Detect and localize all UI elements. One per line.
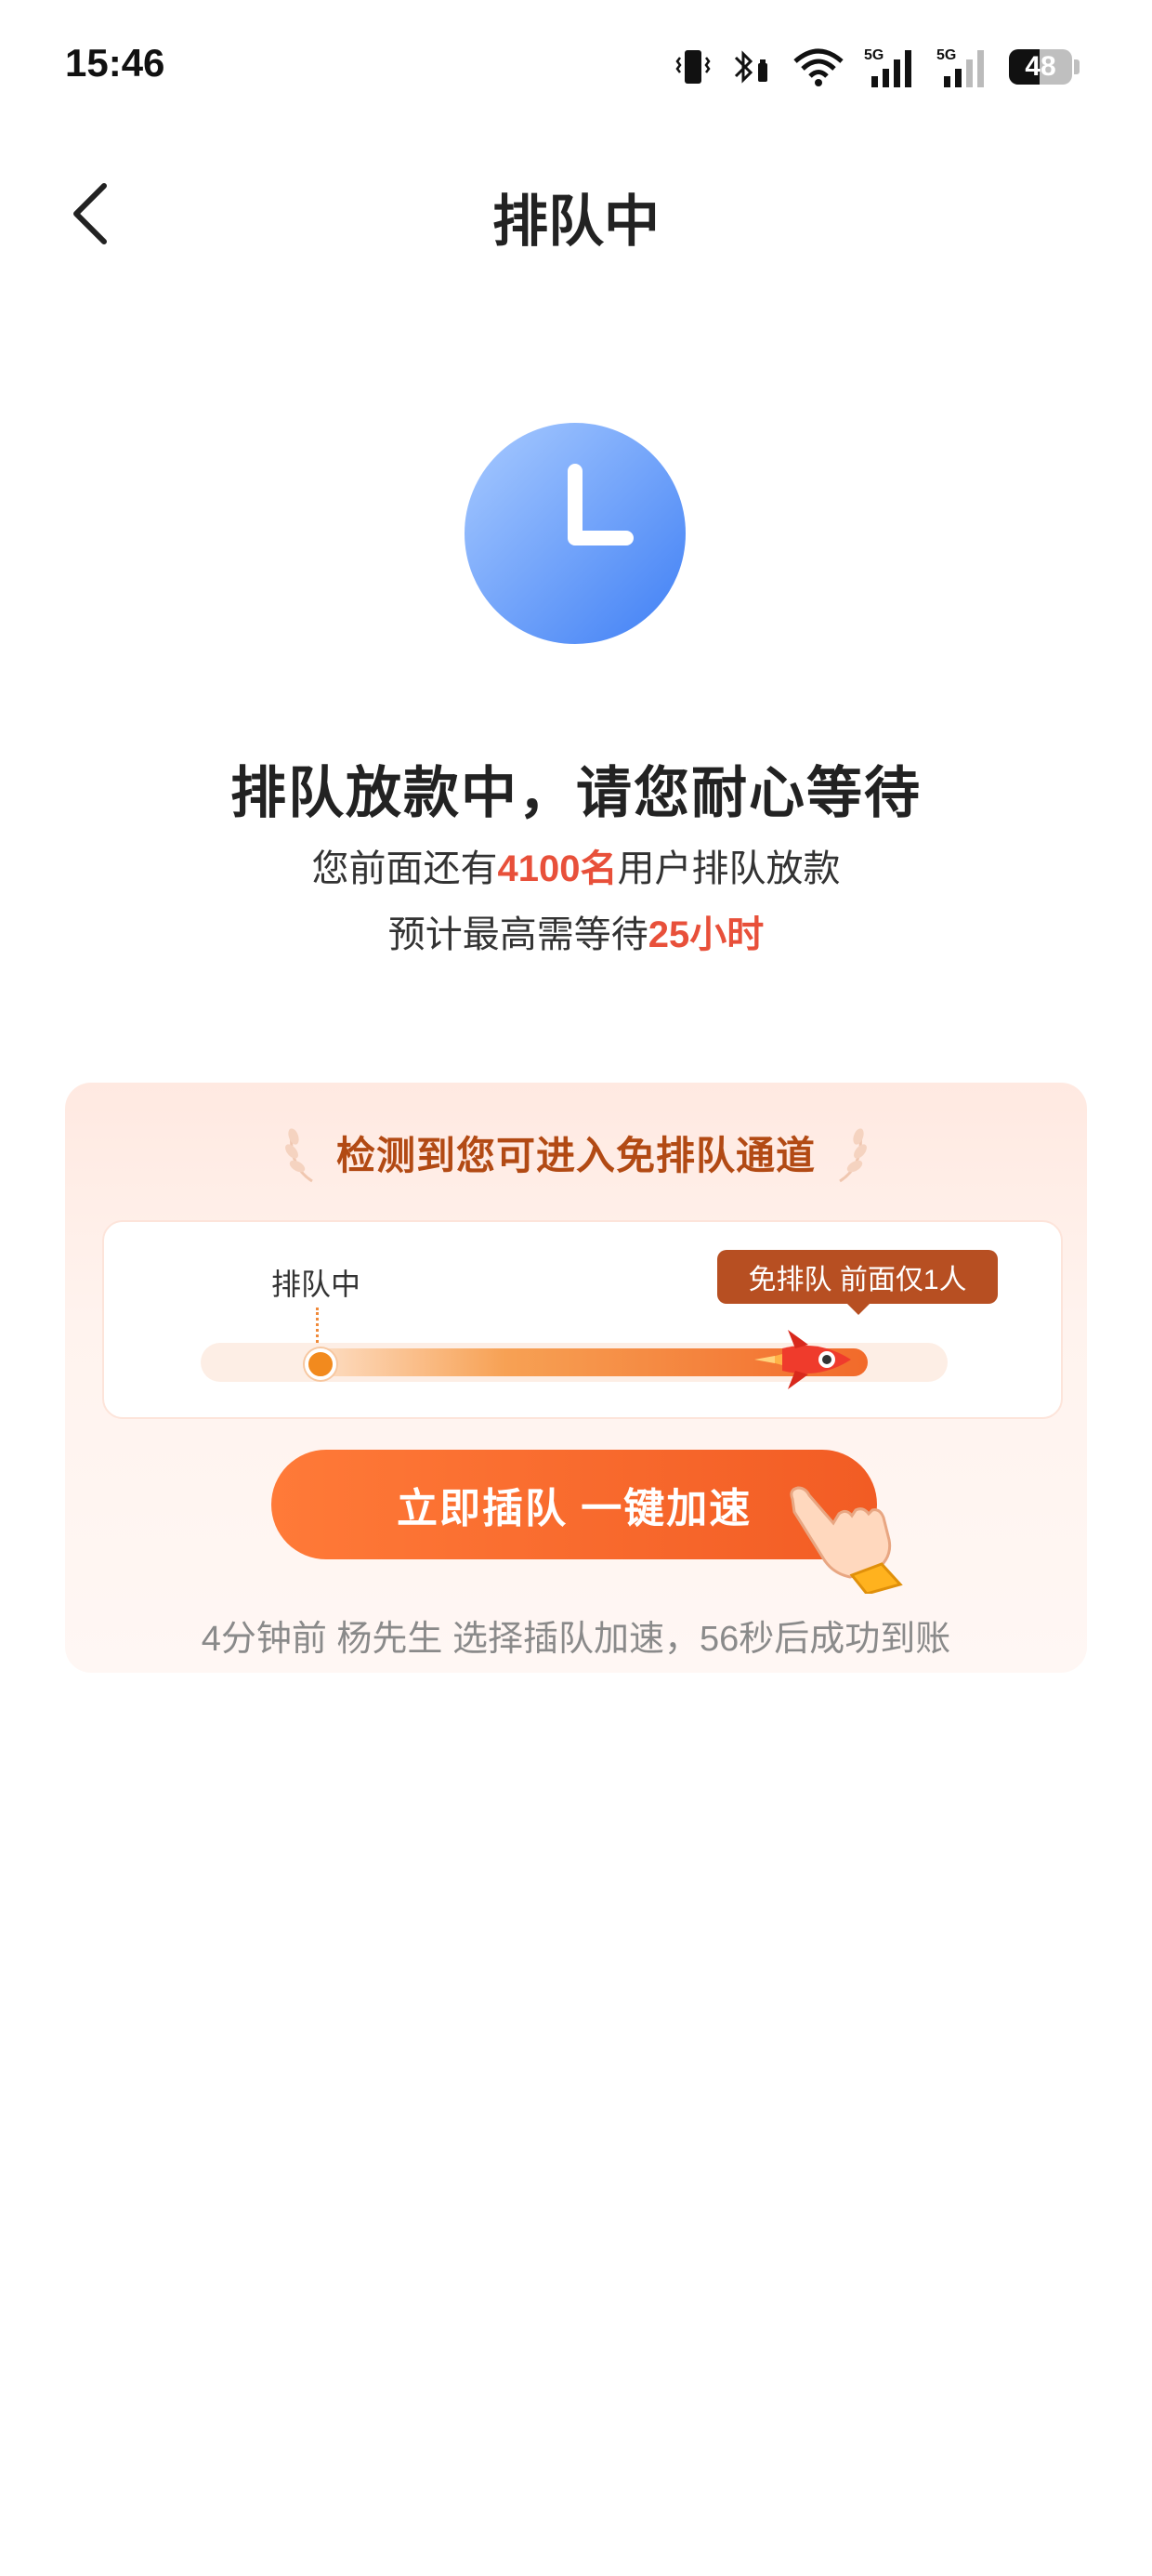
battery-tip [1074, 59, 1080, 74]
skip-queue-badge: 免排队 前面仅1人 [717, 1250, 998, 1315]
signal-5g-icon-secondary: 5G [936, 45, 990, 89]
status-time: 15:46 [65, 41, 165, 85]
signal-5g-icon: 5G [864, 45, 918, 89]
network-label-2: 5G [936, 47, 956, 63]
battery-body: 48 [1009, 49, 1072, 85]
queue-count: 4100名 [497, 848, 618, 889]
wait-prefix: 预计最高需等待 [387, 914, 648, 955]
battery-level: 48 [1025, 51, 1056, 82]
battery-icon: 48 [1009, 49, 1072, 85]
wait-time: 25小时 [648, 914, 765, 955]
nav-bar: 排队中 [0, 139, 1152, 279]
vibrate-icon [674, 46, 712, 87]
page-title: 排队中 [492, 191, 660, 253]
status-bar: 15:46 5G 5G 48 [0, 0, 1152, 139]
queue-info: 您前面还有4100名用户排队放款 [0, 838, 1152, 892]
success-ticker: 4分钟前 杨先生 选择插队加速，56秒后成功到账 [201, 1620, 951, 1659]
promo-title: 检测到您可进入免排队通道 [335, 1133, 816, 1177]
rocket-icon [754, 1330, 851, 1389]
status-headline: 排队放款中，请您耐心等待 [230, 762, 922, 824]
queue-suffix: 用户排队放款 [617, 848, 841, 889]
queue-prefix: 您前面还有 [311, 848, 498, 889]
queue-position-label: 排队中 [271, 1268, 361, 1301]
clock-icon [465, 423, 686, 644]
wifi-icon [792, 46, 845, 87]
promo-header: 检测到您可进入免排队通道 [65, 1124, 1087, 1183]
bluetooth-battery-icon [730, 46, 773, 87]
queue-progress: 排队中 免排队 前面仅1人 [102, 1220, 1063, 1419]
laurel-left-icon [285, 1128, 313, 1183]
network-label-1: 5G [864, 47, 884, 63]
pointing-hand-icon [790, 1486, 903, 1594]
status-icons: 5G 5G 48 [674, 43, 1080, 91]
queue-position-marker-line [316, 1308, 319, 1343]
current-position-dot [305, 1348, 336, 1380]
laurel-right-icon [839, 1128, 867, 1183]
wait-info: 预计最高需等待25小时 [0, 904, 1152, 958]
fast-track-card: 检测到您可进入免排队通道 排队中 免排队 前面仅1人 立即插队 一键加速 4分钟… [65, 1083, 1087, 1673]
